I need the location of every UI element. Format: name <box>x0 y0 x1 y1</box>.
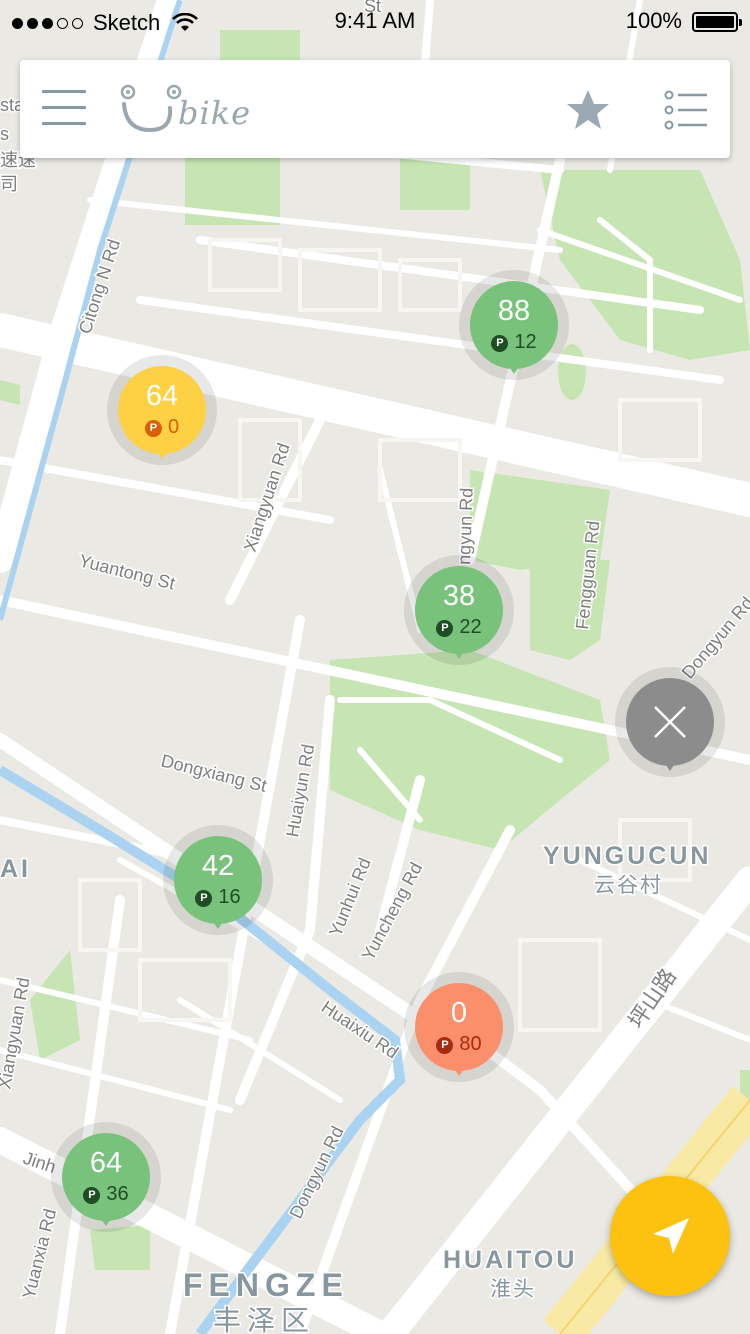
station-marker[interactable]: 42 P 16 <box>163 825 273 935</box>
parking-count: 16 <box>218 886 241 908</box>
available-parking: P 16 <box>174 886 262 908</box>
available-parking: P 12 <box>470 331 558 353</box>
marker-pointer <box>506 362 522 374</box>
available-parking: P 22 <box>415 616 503 638</box>
available-bikes: 64 <box>89 1147 123 1179</box>
district-label-huaitou: HUAITOU <box>443 1246 577 1274</box>
battery-icon <box>692 12 742 32</box>
closed-station-marker[interactable] <box>615 667 725 777</box>
logo-wordmark: bike <box>178 94 252 132</box>
available-parking: P0 <box>118 416 206 438</box>
available-bikes: 42 <box>201 850 235 882</box>
locate-me-button[interactable] <box>610 1176 730 1296</box>
district-label-yungucun-zh: 云谷村 <box>594 874 663 897</box>
district-label-fengze: FENGZE <box>183 1267 349 1303</box>
street-label: 司 <box>0 174 18 194</box>
street-label: Huaixiu Rd <box>318 997 402 1063</box>
available-bikes: 38 <box>442 580 476 612</box>
station-marker[interactable]: 0 P 80 <box>404 972 514 1082</box>
available-bikes: 64 <box>145 380 179 412</box>
marker-pointer <box>662 759 678 771</box>
close-icon <box>654 706 686 738</box>
available-bikes: 88 <box>497 295 531 327</box>
menu-line <box>42 106 86 109</box>
available-parking: P 80 <box>415 1033 503 1055</box>
list-icon[interactable] <box>664 90 708 130</box>
street-label: s <box>0 124 9 144</box>
station-marker[interactable]: 38 P 22 <box>404 555 514 665</box>
district-label-huaitou-zh: 淮头 <box>490 1278 536 1301</box>
district-label-fengze-zh: 丰泽区 <box>213 1305 315 1334</box>
street-label: Citong N Rd <box>75 237 124 336</box>
marker-pointer <box>451 647 467 659</box>
parking-count: 36 <box>106 1183 129 1205</box>
district-label-ai: AI <box>0 855 31 883</box>
street-label: Yunhui Rd <box>325 855 375 940</box>
station-marker[interactable]: 64 P0 <box>107 355 217 465</box>
marker-pointer <box>154 447 170 459</box>
street-label: Yuantong St <box>77 550 177 593</box>
street-label: Huaiyun Rd <box>282 743 318 839</box>
street-label: ngyun Rd <box>454 487 477 565</box>
parking-icon: P <box>491 335 509 352</box>
navigation-arrow-icon <box>653 1218 689 1254</box>
marker-pointer <box>98 1214 114 1226</box>
parking-icon: P <box>83 1187 101 1204</box>
parking-icon: P <box>436 1037 454 1054</box>
marker-pointer <box>451 1064 467 1076</box>
star-icon[interactable] <box>566 88 610 130</box>
parking-icon: P <box>195 890 213 907</box>
station-marker[interactable]: 64 P 36 <box>51 1122 161 1232</box>
marker-pointer <box>210 917 226 929</box>
available-bikes: 0 <box>450 997 468 1029</box>
status-bar: Sketch 9:41 AM 100% <box>0 0 750 40</box>
parking-count: 12 <box>514 331 537 353</box>
street-label: Dongxiang St <box>159 750 269 796</box>
street-label: Xiangyuan Rd <box>0 976 34 1091</box>
battery-percent: 100% <box>625 8 682 33</box>
street-label: Fengguan Rd <box>572 520 603 631</box>
station-marker[interactable]: 88 P 12 <box>459 270 569 380</box>
district-label-yungucun: YUNGUCUN <box>543 842 711 870</box>
available-parking: P 36 <box>62 1183 150 1205</box>
menu-line <box>42 90 86 93</box>
parking-count: 22 <box>459 616 482 638</box>
street-label: 坪山路 <box>623 964 681 1033</box>
menu-line <box>42 122 86 125</box>
parking-icon: P <box>144 420 162 437</box>
street-label: Xiangyuan Rd <box>240 440 294 554</box>
hamburger-menu-button[interactable] <box>42 90 86 128</box>
parking-icon: P <box>436 620 454 637</box>
parking-count: 80 <box>459 1033 482 1055</box>
app-header: bike <box>20 60 730 158</box>
parking-count: 0 <box>167 416 180 438</box>
street-label: Dongyun Rd <box>286 1123 348 1222</box>
